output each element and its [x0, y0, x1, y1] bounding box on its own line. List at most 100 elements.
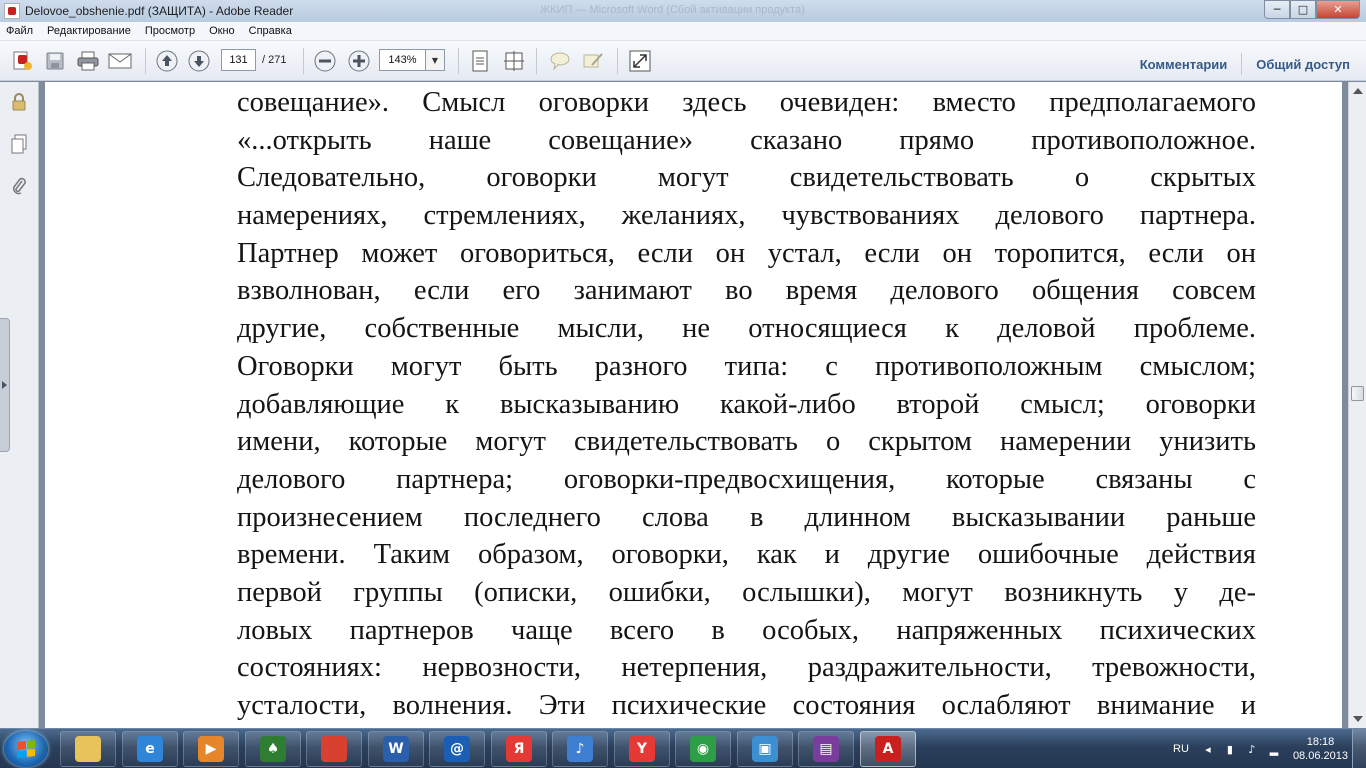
text-line: добавляющие к высказыванию какой-либо вт… [237, 388, 1256, 420]
taskbar-image-viewer-button[interactable]: ▣ [737, 731, 793, 767]
windows-logo-icon [17, 740, 35, 758]
scroll-down-icon[interactable] [1353, 716, 1363, 722]
text-line: другие, собственные мысли, не относящиес… [237, 313, 1256, 345]
maximize-button[interactable]: □ [1290, 0, 1316, 19]
text-line: совещание». Смысл оговорки здесь очевиде… [237, 87, 1256, 118]
menu-view[interactable]: Просмотр [145, 25, 195, 37]
zoom-in-icon[interactable] [347, 49, 371, 73]
email-icon[interactable] [108, 49, 132, 73]
menu-edit[interactable]: Редактирование [47, 25, 131, 37]
taskbar-winrar-button[interactable]: ▤ [798, 731, 854, 767]
create-icon[interactable] [10, 49, 34, 73]
text-line: произнесением последнего слова в длинном… [237, 501, 1256, 533]
text-line: «...открыть наше совещание» сказано прям… [237, 124, 1256, 156]
comments-link[interactable]: Комментарии [1140, 57, 1228, 72]
media-player-icon: ▶ [198, 736, 224, 762]
signal-icon[interactable]: ▂ [1267, 742, 1281, 756]
text-line: первой группы (описки, ошибки, ослышки),… [237, 576, 1256, 608]
sound-icon: ♪ [567, 736, 593, 762]
solitaire-icon: ♠ [260, 736, 286, 762]
text-line: ловых партнеров чаще всего в особых, нап… [237, 614, 1256, 646]
taskbar-explorer-button[interactable] [60, 731, 116, 767]
text-line: делового партнера; оговорки-предвосхищен… [237, 463, 1256, 495]
taskbar-sound-button[interactable]: ♪ [552, 731, 608, 767]
background-window-title: ЖКИП — Microsoft Word (Сбой активации пр… [540, 4, 805, 16]
pages-icon[interactable] [9, 134, 29, 154]
page-number-input[interactable]: 131 [221, 49, 256, 71]
system-tray: RU ◂ ▮ ♪ ▂ 18:18 08.06.2013 [1173, 729, 1366, 768]
menu-bar: Файл Редактирование Просмотр Окно Справк… [0, 22, 1366, 41]
start-button[interactable] [4, 731, 48, 767]
zoom-dropdown-icon[interactable]: ▼ [425, 49, 445, 71]
fit-page-icon[interactable] [468, 49, 492, 73]
scroll-thumb[interactable] [1351, 386, 1364, 401]
taskbar-chrome-button[interactable] [306, 731, 362, 767]
internet-explorer-icon: e [137, 736, 163, 762]
explorer-icon [75, 736, 101, 762]
clock[interactable]: 18:18 08.06.2013 [1293, 735, 1348, 763]
attachment-icon[interactable] [9, 176, 29, 196]
text-line: Партнер может оговориться, если он устал… [237, 237, 1256, 269]
navigation-pane [0, 82, 39, 728]
share-link[interactable]: Общий доступ [1256, 57, 1350, 72]
lock-icon[interactable] [9, 92, 29, 112]
save-icon[interactable] [43, 49, 67, 73]
taskbar-network-button[interactable]: ◉ [675, 731, 731, 767]
page-total: / 271 [262, 54, 287, 66]
fit-width-icon[interactable] [502, 49, 526, 73]
page-text: совещание». Смысл оговорки здесь очевиде… [237, 84, 1256, 725]
scroll-up-icon[interactable] [1353, 88, 1363, 94]
comment-icon[interactable] [548, 49, 572, 73]
pane-expand-handle[interactable] [0, 318, 10, 452]
language-indicator[interactable]: RU [1173, 743, 1189, 755]
taskbar-yandex-browser-button[interactable]: Y [614, 731, 670, 767]
show-desktop-button[interactable] [1352, 729, 1366, 768]
text-line: времени. Таким образом, оговорки, как и … [237, 539, 1256, 571]
document-area: совещание». Смысл оговорки здесь очевиде… [39, 82, 1348, 728]
word-icon: W [383, 736, 409, 762]
close-button[interactable]: ✕ [1316, 0, 1360, 19]
winrar-icon: ▤ [813, 736, 839, 762]
taskbar-yandex-button[interactable]: Я [491, 731, 547, 767]
pdf-page: совещание». Смысл оговорки здесь очевиде… [45, 82, 1342, 728]
sign-icon[interactable] [581, 49, 605, 73]
text-line: взволнован, если его занимают во время д… [237, 275, 1256, 307]
chevron-right-icon [2, 381, 7, 389]
volume-icon[interactable]: ♪ [1245, 742, 1259, 756]
pdf-icon [4, 3, 20, 19]
taskbar-solitaire-button[interactable]: ♠ [245, 731, 301, 767]
prev-page-icon[interactable] [155, 49, 179, 73]
network-icon: ◉ [690, 736, 716, 762]
taskbar: e ▶ ♠ W @ Я ♪ Y ◉ ▣ ▤ A RU ◂ ▮ ♪ ▂ 18:18 08.06.2013 [0, 728, 1366, 768]
title-bar: Delovoe_obshenie.pdf (ЗАЩИТА) - Adobe Re… [0, 0, 1366, 22]
chrome-icon [321, 736, 347, 762]
menu-file[interactable]: Файл [6, 25, 33, 37]
text-line: намерениях, стремлениях, желаниях, чувст… [237, 200, 1256, 232]
tray-arrow-icon[interactable]: ◂ [1201, 742, 1215, 756]
taskbar-mail-agent-button[interactable]: @ [429, 731, 485, 767]
zoom-out-icon[interactable] [313, 49, 337, 73]
text-line: Следовательно, оговорки могут свидетельс… [237, 162, 1256, 194]
battery-icon[interactable]: ▮ [1223, 742, 1237, 756]
adobe-reader-icon: A [875, 736, 901, 762]
taskbar-internet-explorer-button[interactable]: e [122, 731, 178, 767]
minimize-button[interactable]: ─ [1264, 0, 1290, 19]
mail-agent-icon: @ [444, 736, 470, 762]
next-page-icon[interactable] [187, 49, 211, 73]
window-title: Delovoe_obshenie.pdf (ЗАЩИТА) - Adobe Re… [25, 4, 294, 18]
text-line: Оговорки могут быть разного типа: с прот… [237, 350, 1256, 382]
yandex-icon: Я [506, 736, 532, 762]
date: 08.06.2013 [1292, 750, 1348, 762]
zoom-input[interactable]: 143% [379, 49, 425, 71]
menu-window[interactable]: Окно [209, 25, 235, 37]
taskbar-media-player-button[interactable]: ▶ [183, 731, 239, 767]
time: 18:18 [1306, 736, 1335, 748]
print-icon[interactable] [76, 49, 100, 73]
taskbar-word-button[interactable]: W [368, 731, 424, 767]
text-line: усталости, волнения. Эти психические сос… [237, 690, 1256, 721]
fullscreen-icon[interactable] [628, 49, 652, 73]
taskbar-adobe-reader-button[interactable]: A [860, 731, 916, 767]
menu-help[interactable]: Справка [249, 25, 292, 37]
yandex-browser-icon: Y [629, 736, 655, 762]
vertical-scrollbar[interactable] [1348, 82, 1366, 728]
